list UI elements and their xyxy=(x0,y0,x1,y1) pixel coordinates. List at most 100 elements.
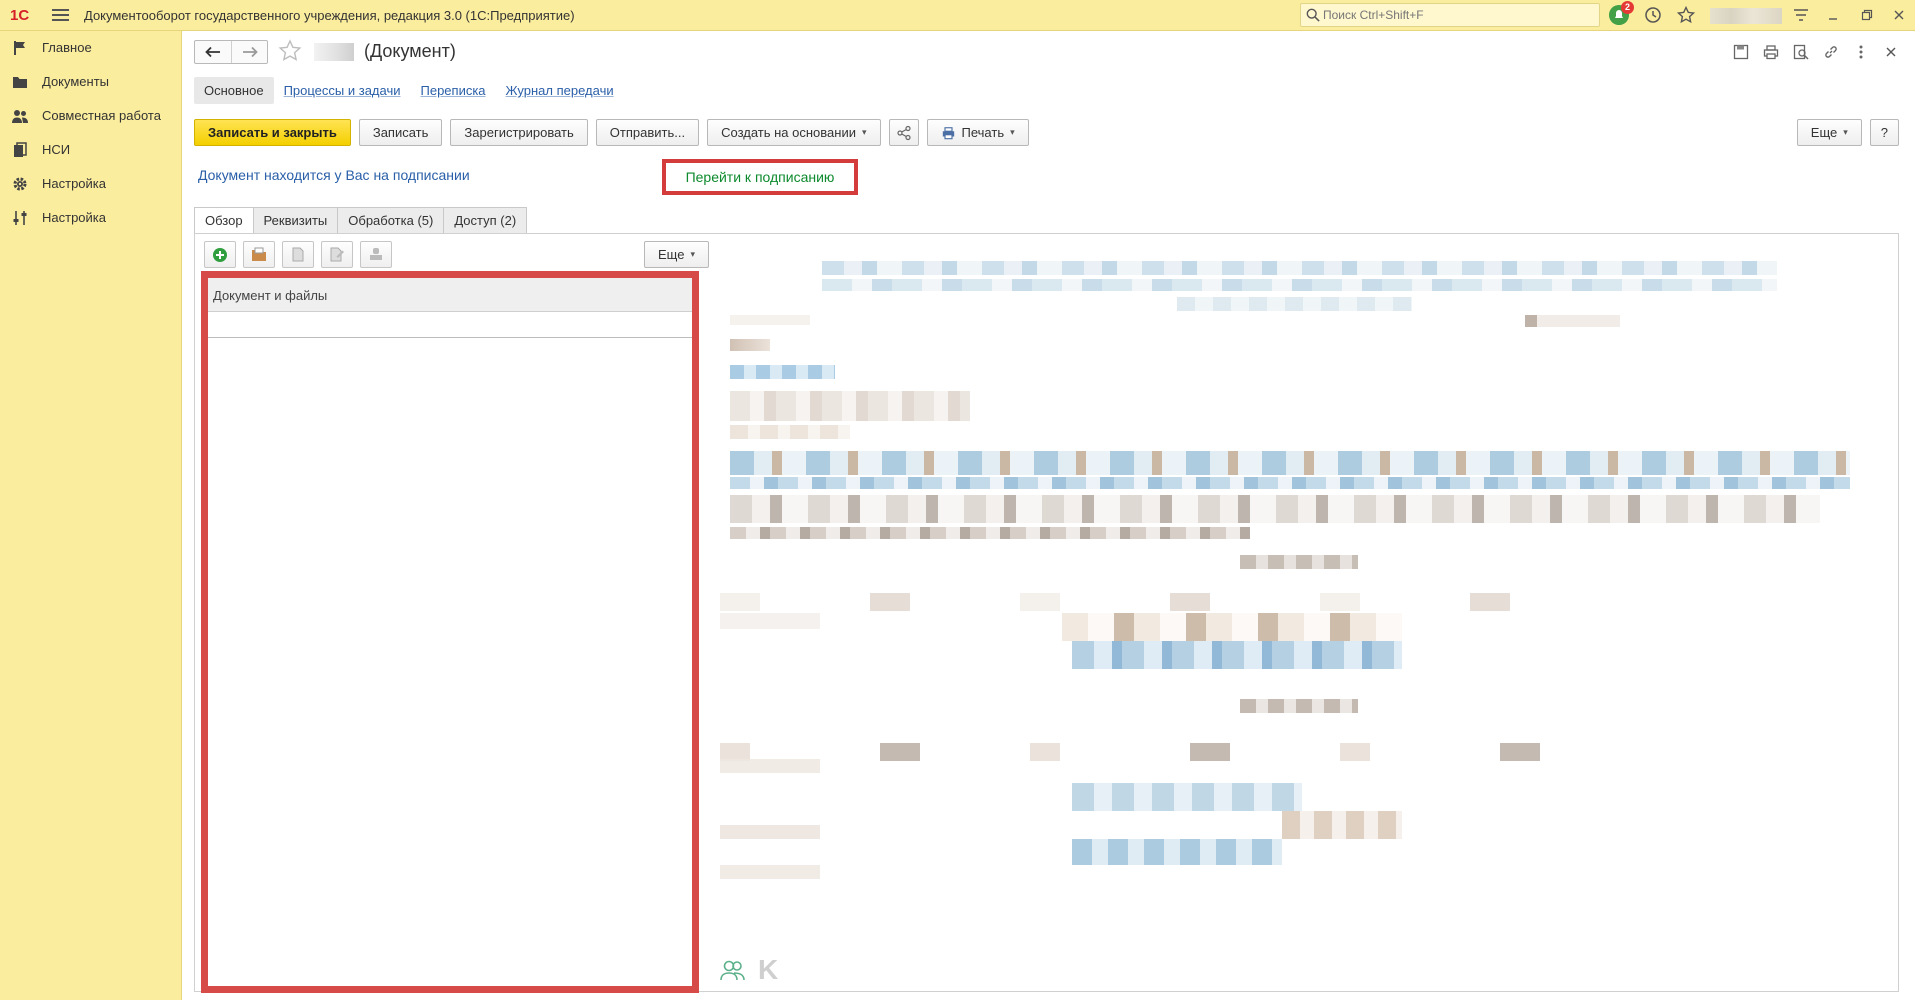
print-label: Печать xyxy=(961,125,1005,140)
open-file-button[interactable] xyxy=(282,241,314,268)
app-logo[interactable]: 1С xyxy=(10,7,29,24)
history-icon xyxy=(1645,7,1661,23)
redacted-text xyxy=(1072,839,1282,865)
files-toolbar xyxy=(204,241,392,268)
folder-icon xyxy=(13,77,27,88)
send-button[interactable]: Отправить... xyxy=(595,119,700,146)
edit-file-button[interactable] xyxy=(321,241,353,268)
sidebar-item-main[interactable]: Главное xyxy=(0,33,182,63)
redacted-text xyxy=(1177,297,1412,311)
help-button[interactable]: ? xyxy=(1869,119,1899,146)
close-form-button[interactable] xyxy=(1879,41,1903,63)
dropdown-arrow-icon: ▾ xyxy=(1843,127,1848,137)
files-column-header[interactable]: Документ и файлы xyxy=(208,278,692,312)
command-bar-right: Еще ▾ ? xyxy=(1796,119,1899,146)
sidebar-item-documents[interactable]: Документы xyxy=(0,67,182,97)
notifications-button[interactable]: 2 xyxy=(1608,1,1634,26)
navigation-buttons xyxy=(194,40,268,64)
sidebar-item-nsi[interactable]: НСИ xyxy=(0,135,182,165)
global-search[interactable] xyxy=(1300,3,1600,27)
k-icon[interactable]: K xyxy=(758,954,778,986)
redacted-text xyxy=(730,527,1250,539)
arrow-left-icon xyxy=(205,46,220,58)
redacted-text xyxy=(1072,783,1302,811)
sidebar-item-collaboration[interactable]: Совместная работа xyxy=(0,101,182,131)
sidebar: Главное Документы Совместная работа НСИ … xyxy=(0,31,182,1000)
files-more-label: Еще xyxy=(658,247,685,262)
save-and-close-button[interactable]: Записать и закрыть xyxy=(194,119,351,146)
sidebar-item-label: Настройка xyxy=(42,176,106,191)
table-row[interactable] xyxy=(208,312,692,338)
tab-access[interactable]: Доступ (2) xyxy=(443,207,528,233)
print-menu-button[interactable]: Печать ▾ xyxy=(926,119,1029,146)
share-button[interactable] xyxy=(888,119,919,146)
signing-status-text: Документ находится у Вас на подписании xyxy=(198,167,470,183)
add-file-button[interactable] xyxy=(204,241,236,268)
redacted-text xyxy=(720,743,1620,761)
restore-button[interactable] xyxy=(1856,4,1878,26)
redacted-text xyxy=(730,425,850,439)
copy-link-button[interactable] xyxy=(1819,41,1843,63)
sign-file-button[interactable] xyxy=(360,241,392,268)
redacted-text xyxy=(1062,613,1402,641)
section-tabs: Основное Процессы и задачи Переписка Жур… xyxy=(194,77,624,104)
add-from-scanner-button[interactable] xyxy=(243,241,275,268)
files-list-highlight: Документ и файлы xyxy=(201,271,699,993)
sidebar-item-admin-settings[interactable]: Настройка xyxy=(0,203,182,233)
close-window-button[interactable] xyxy=(1888,4,1910,26)
redacted-text xyxy=(1282,811,1402,839)
signing-highlight: Перейти к подписанию xyxy=(662,159,858,195)
search-input[interactable] xyxy=(1323,6,1593,24)
sidebar-item-label: Главное xyxy=(42,40,92,55)
print-button[interactable] xyxy=(1759,41,1783,63)
preview-button[interactable] xyxy=(1789,41,1813,63)
share-icon xyxy=(896,125,911,140)
document-title-redacted xyxy=(314,43,354,61)
printer-icon xyxy=(942,126,954,139)
form-tools xyxy=(1729,41,1903,63)
redacted-text xyxy=(720,593,1620,611)
register-button[interactable]: Зарегистрировать xyxy=(450,119,588,146)
users-outline-icon[interactable] xyxy=(720,959,746,981)
tab-requisites[interactable]: Реквизиты xyxy=(252,207,339,233)
forward-button[interactable] xyxy=(231,41,267,63)
sidebar-item-label: Настройка xyxy=(42,210,106,225)
section-tab-correspondence[interactable]: Переписка xyxy=(411,77,496,104)
close-icon xyxy=(1894,10,1904,20)
page-tabs: Обзор Реквизиты Обработка (5) Доступ (2) xyxy=(194,207,528,233)
folder-open-icon xyxy=(251,247,266,261)
history-button[interactable] xyxy=(1642,4,1664,26)
hamburger-menu-icon[interactable] xyxy=(52,6,69,23)
add-circle-icon xyxy=(213,247,227,262)
sidebar-item-label: НСИ xyxy=(42,142,71,157)
settings-menu-button[interactable] xyxy=(1790,4,1812,26)
redacted-text xyxy=(1072,641,1402,669)
save-button[interactable]: Записать xyxy=(358,119,443,146)
floppy-icon xyxy=(1733,44,1749,60)
redacted-text xyxy=(720,825,820,839)
stamp-icon xyxy=(370,248,382,260)
sliders-icon xyxy=(13,211,27,225)
section-tab-main[interactable]: Основное xyxy=(194,77,274,104)
tab-overview[interactable]: Обзор xyxy=(194,207,254,233)
command-bar: Записать и закрыть Записать Зарегистриро… xyxy=(194,119,1029,146)
section-tab-journal[interactable]: Журнал передачи xyxy=(496,77,624,104)
tab-processing[interactable]: Обработка (5) xyxy=(337,207,445,233)
search-icon xyxy=(1306,8,1320,22)
minimize-button[interactable] xyxy=(1822,4,1844,26)
user-name[interactable] xyxy=(1710,8,1782,24)
save-file-button[interactable] xyxy=(1729,41,1753,63)
sidebar-item-settings[interactable]: Настройка xyxy=(0,169,182,199)
files-more-button[interactable]: Еще ▾ xyxy=(644,241,709,268)
books-icon xyxy=(14,142,27,157)
link-icon xyxy=(1825,46,1837,58)
create-based-on-button[interactable]: Создать на основании ▾ xyxy=(707,119,881,146)
add-to-favorites-star-icon[interactable] xyxy=(278,39,302,63)
back-button[interactable] xyxy=(195,41,231,63)
more-button[interactable]: Еще ▾ xyxy=(1796,119,1862,146)
favorites-button[interactable] xyxy=(1675,4,1697,26)
go-to-signing-link[interactable]: Перейти к подписанию xyxy=(679,167,841,187)
section-tab-processes[interactable]: Процессы и задачи xyxy=(274,77,411,104)
app-title: Документооборот государственного учрежде… xyxy=(84,8,575,23)
more-actions-button[interactable] xyxy=(1849,41,1873,63)
